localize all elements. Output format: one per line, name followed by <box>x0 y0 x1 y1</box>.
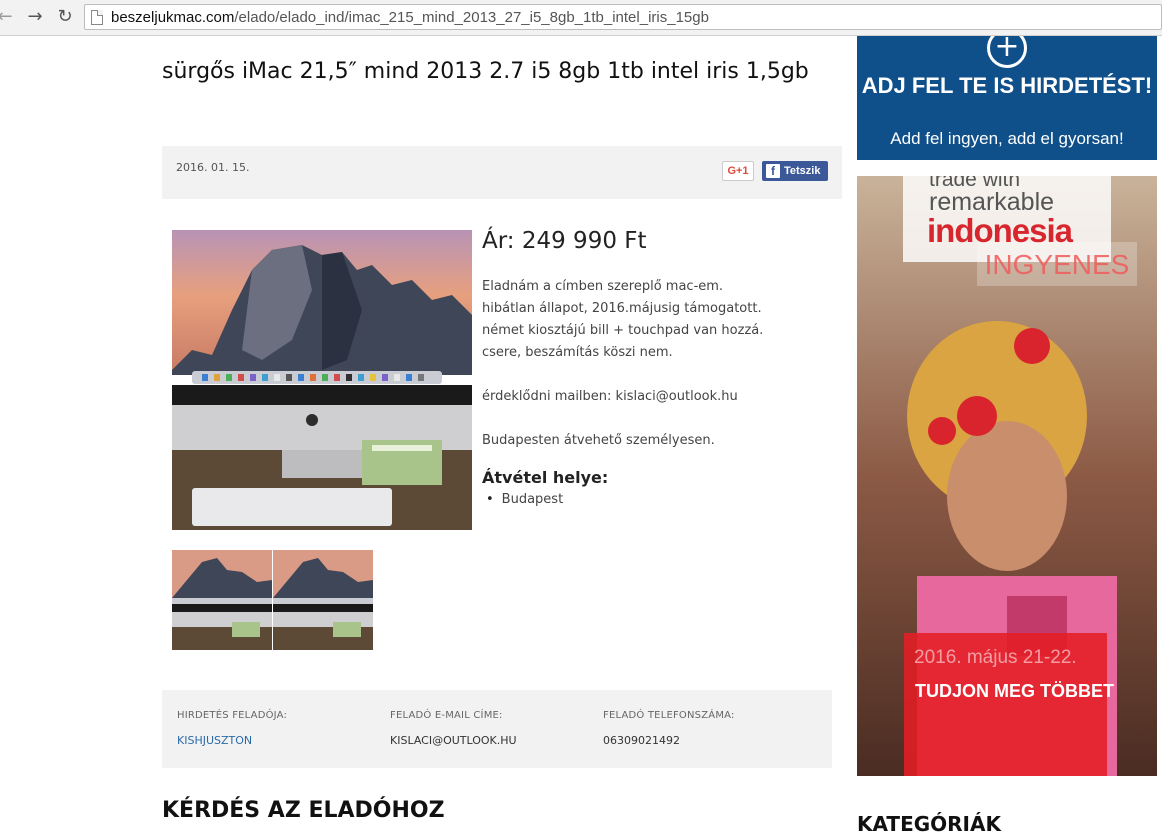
description-line: Budapesten átvehető személyesen. <box>482 433 715 448</box>
categories-heading: KATEGÓRIÁK <box>857 812 1001 836</box>
seller-email-label: FELADÓ E-MAIL CÍME: <box>390 710 503 721</box>
seller-name-column: HIRDETÉS FELADÓJA: KISHJUSZTON <box>177 710 287 747</box>
banner-free-label: INGYENES <box>977 242 1137 286</box>
post-ad-banner[interactable]: + ADJ FEL TE IS HIRDETÉST! Add fel ingye… <box>857 36 1157 160</box>
google-plus-button[interactable]: G+1 <box>722 161 754 181</box>
post-ad-subtitle: Add fel ingyen, add el gyorsan! <box>890 129 1124 148</box>
listing-date: 2016. 01. 15. <box>176 161 250 174</box>
post-ad-title: ADJ FEL TE IS HIRDETÉST! <box>861 73 1153 98</box>
back-icon[interactable]: ← <box>0 6 16 28</box>
listing-price: Ár: 249 990 Ft <box>482 228 647 254</box>
browser-toolbar: ← → ↻ beszeljukmac.com/elado/elado_ind/i… <box>0 0 1162 36</box>
description-line: érdeklődni mailben: kislaci@outlook.hu <box>482 389 738 404</box>
pickup-location: Budapest <box>486 492 564 507</box>
pickup-title: Átvétel helye: <box>482 468 609 487</box>
question-heading: KÉRDÉS AZ ELADÓHOZ <box>162 798 445 823</box>
seller-email-column: FELADÓ E-MAIL CÍME: KISLACI@OUTLOOK.HU <box>390 710 517 747</box>
seller-name-link[interactable]: KISHJUSZTON <box>177 734 287 747</box>
description-line: csere, beszámítás köszi nem. <box>482 345 673 360</box>
description-line <box>482 408 822 430</box>
facebook-icon: f <box>766 164 780 178</box>
seller-phone-label: FELADÓ TELEFONSZÁMA: <box>603 710 735 721</box>
page-icon <box>91 9 103 25</box>
seller-info-box: HIRDETÉS FELADÓJA: KISHJUSZTON FELADÓ E-… <box>162 690 832 768</box>
listing-meta-bar: 2016. 01. 15. G+1 f Tetszik <box>162 146 842 199</box>
seller-phone-value: 06309021492 <box>603 734 680 747</box>
banner-date: 2016. május 21-22. <box>914 647 1077 668</box>
banner-cta-box[interactable]: 2016. május 21-22. TUDJON MEG TÖBBET <box>904 633 1114 776</box>
pickup-list: Budapest <box>486 492 564 507</box>
thumbnail-1[interactable] <box>172 550 272 650</box>
facebook-like-label: Tetszik <box>784 165 821 177</box>
page-title: sürgős iMac 21,5″ mind 2013 2.7 i5 8gb 1… <box>162 59 809 84</box>
banner-cta-label: TUDJON MEG TÖBBET <box>915 681 1115 701</box>
seller-phone-column: FELADÓ TELEFONSZÁMA: 06309021492 <box>603 710 735 747</box>
main-photo[interactable] <box>172 230 472 530</box>
thumbnail-2[interactable] <box>273 550 373 650</box>
plus-icon: + <box>987 36 1027 68</box>
indonesia-ad-banner[interactable]: trade with remarkable indonesia INGYENES… <box>857 176 1157 776</box>
seller-name-label: HIRDETÉS FELADÓJA: <box>177 710 288 721</box>
description-line: német kiosztájú bill + touchpad van hozz… <box>482 323 764 338</box>
description-line: hibátlan állapot, 2016.májusig támogatot… <box>482 301 762 316</box>
facebook-like-button[interactable]: f Tetszik <box>762 161 828 181</box>
seller-email-value: KISLACI@OUTLOOK.HU <box>390 734 517 747</box>
forward-icon[interactable]: → <box>24 6 46 28</box>
url-text: beszeljukmac.com/elado/elado_ind/imac_21… <box>111 8 709 26</box>
reload-icon[interactable]: ↻ <box>54 6 76 28</box>
description-line: Eladnám a címben szereplő mac-em. <box>482 279 724 294</box>
address-bar[interactable]: beszeljukmac.com/elado/elado_ind/imac_21… <box>84 4 1162 30</box>
listing-description: Eladnám a címben szereplő mac-em. hibátl… <box>482 276 822 452</box>
description-line <box>482 364 822 386</box>
